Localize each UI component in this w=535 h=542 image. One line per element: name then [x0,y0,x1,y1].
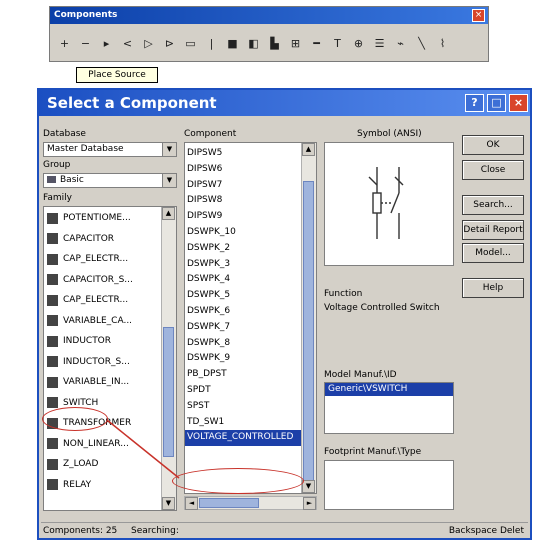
tooltip: Place Source [76,67,158,83]
wire-icon[interactable]: ╲ [411,33,432,53]
ladder-icon[interactable]: ⊕ [348,33,369,53]
cmos-icon[interactable]: ▭ [180,33,201,53]
ttl-icon[interactable]: ⊳ [159,33,180,53]
plus-icon[interactable]: + [54,33,75,53]
power-icon[interactable]: ▙ [264,33,285,53]
toolbar-icons: + − ▸ < ▷ ⊳ ▭ | ■ ◧ ▙ ⊞ ━ T ⊕ ☰ ⌁ ╲ ⌇ [54,31,484,55]
annotation-arrow [106,419,180,479]
rf-icon[interactable]: ━ [306,33,327,53]
transistor-icon[interactable]: < [117,33,138,53]
minus-icon[interactable]: − [75,33,96,53]
select-component-window: Select a Component ? □ × Database Master… [37,88,532,540]
toolbar-close-button[interactable]: × [472,9,485,22]
analog-icon[interactable]: ▷ [138,33,159,53]
mcu-icon[interactable]: ☰ [369,33,390,53]
misc-digital-icon[interactable]: | [201,33,222,53]
bus-icon[interactable]: ⌁ [390,33,411,53]
components-toolbar: Components × + − ▸ < ▷ ⊳ ▭ | ■ ◧ ▙ ⊞ ━ T ⊕ ☰ ⌁ ╲ ⌇ [49,6,489,62]
electromech-icon[interactable]: T [327,33,348,53]
toolbar-title: Components [50,7,488,24]
diode-icon[interactable]: ▸ [96,33,117,53]
mixed-icon[interactable]: ■ [222,33,243,53]
misc-icon[interactable]: ⊞ [285,33,306,53]
probe-icon[interactable]: ⌇ [432,33,453,53]
indicator-icon[interactable]: ◧ [243,33,264,53]
